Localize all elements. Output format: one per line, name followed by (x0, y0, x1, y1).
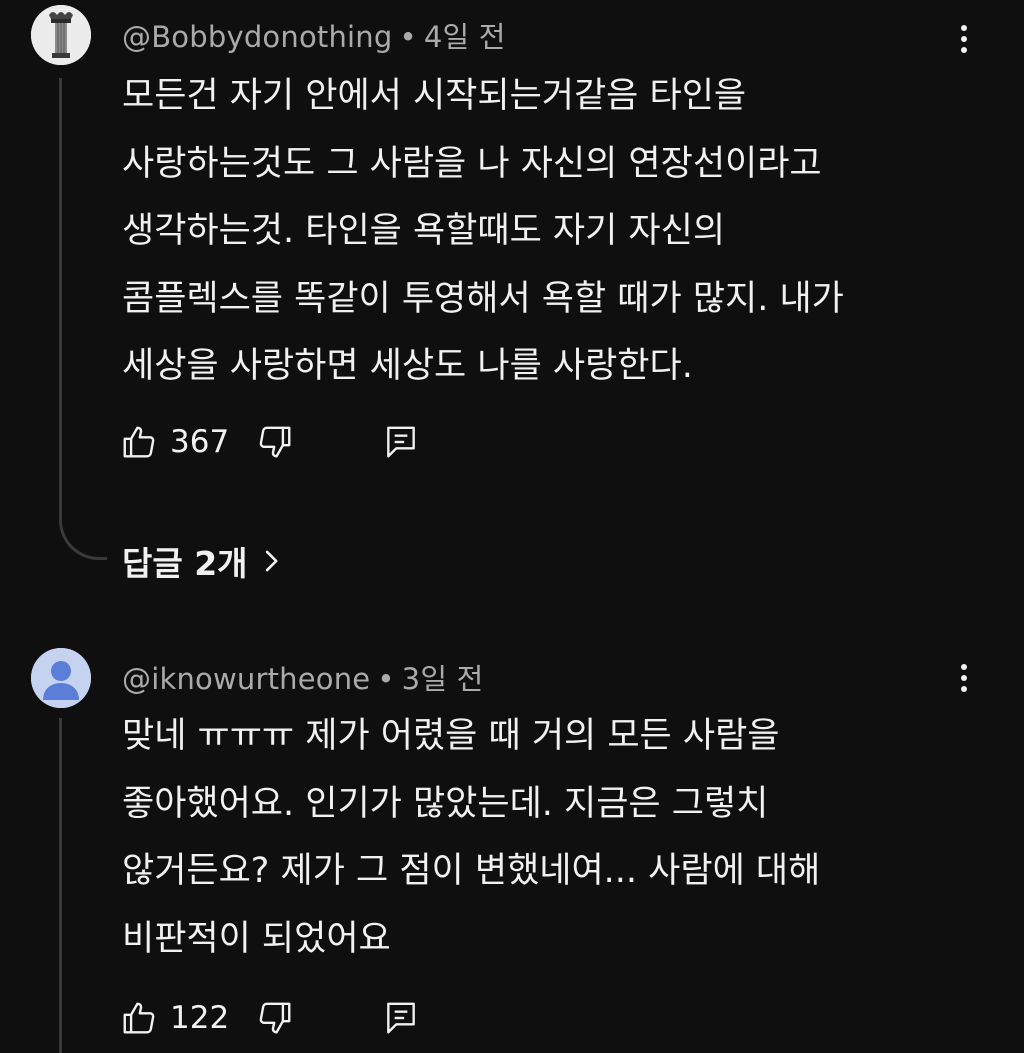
like-count: 122 (170, 1000, 230, 1036)
comment-text-line: 좋아했어요. 인기가 많았는데. 지금은 그렇치 (122, 783, 769, 824)
comment-text-line: 생각하는것. 타인을 욕할때도 자기 자신의 (122, 211, 726, 251)
view-replies-button[interactable]: 답글 2개 (122, 536, 280, 586)
comment-text-line: 모든건 자기 안에서 시작되는거같음 타인을 (122, 76, 747, 116)
comment-text-line: 맞네 ㅠㅠㅠ 제가 어렸을 때 거의 모든 사람을 (122, 716, 780, 756)
comment-username[interactable]: @Bobbydonothing (122, 20, 393, 54)
comment-text: 맞네 ㅠㅠㅠ 제가 어렸을 때 거의 모든 사람을 좋아했어요. 인기가 많았는… (122, 703, 1002, 973)
comment-username[interactable]: @iknowurtheone (122, 662, 370, 696)
thumbs-up-icon (123, 1002, 155, 1034)
more-vertical-icon[interactable] (946, 17, 982, 61)
comment-timestamp[interactable]: 3일 전 (402, 662, 484, 696)
thread-line (59, 718, 62, 1053)
avatar[interactable] (31, 648, 91, 708)
replies-label: 답글 2개 (122, 544, 248, 583)
avatar[interactable] (31, 5, 91, 65)
dislike-button[interactable] (256, 423, 294, 461)
comment-text-line: 세상을 사랑하면 세상도 나를 사랑한다. (122, 346, 693, 386)
comment-text-line: 콤플렉스를 똑같이 투영해서 욕할 때가 많지. 내가 (122, 278, 844, 319)
comment-text-line: 비판적이 되었어요 (122, 918, 391, 959)
thumbs-down-icon (259, 1002, 291, 1034)
comments-page: @Bobbydonothing • 4일 전 모든건 자기 안에서 시작되는거같음 … (0, 0, 1024, 1053)
meta-separator: • (377, 662, 395, 696)
comment-actions: 122 (120, 996, 420, 1040)
comment-actions: 367 (120, 420, 420, 464)
comment-text-line: 사랑하는것도 그 사람을 나 자신의 연장선이라고 (122, 143, 822, 184)
comment-reply-icon (387, 1002, 415, 1034)
like-button[interactable] (120, 999, 158, 1037)
comment-timestamp[interactable]: 4일 전 (424, 20, 506, 54)
like-button[interactable] (120, 423, 158, 461)
reply-button[interactable] (382, 999, 420, 1037)
default-user-avatar-icon (31, 648, 91, 708)
comment-text: 모든건 자기 안에서 시작되는거같음 타인을 사랑하는것도 그 사람을 나 자신… (122, 63, 1002, 401)
thumbs-down-icon (259, 426, 291, 458)
thread-line (59, 78, 62, 518)
chevron-right-icon (262, 548, 280, 574)
like-count: 367 (170, 424, 230, 460)
more-vertical-icon[interactable] (946, 656, 982, 700)
dislike-button[interactable] (256, 999, 294, 1037)
comment-meta: @Bobbydonothing • 4일 전 (122, 14, 506, 56)
comment-text-line: 않거든요? 제가 그 점이 변했네여... 사람에 대해 (122, 851, 821, 891)
thread-connector-curve (59, 500, 107, 560)
thumbs-up-icon (123, 426, 155, 458)
comment-meta: @iknowurtheone • 3일 전 (122, 656, 484, 698)
meta-separator: • (399, 20, 417, 54)
reply-button[interactable] (382, 423, 420, 461)
comment-reply-icon (387, 426, 415, 458)
statue-avatar-icon (31, 5, 91, 65)
